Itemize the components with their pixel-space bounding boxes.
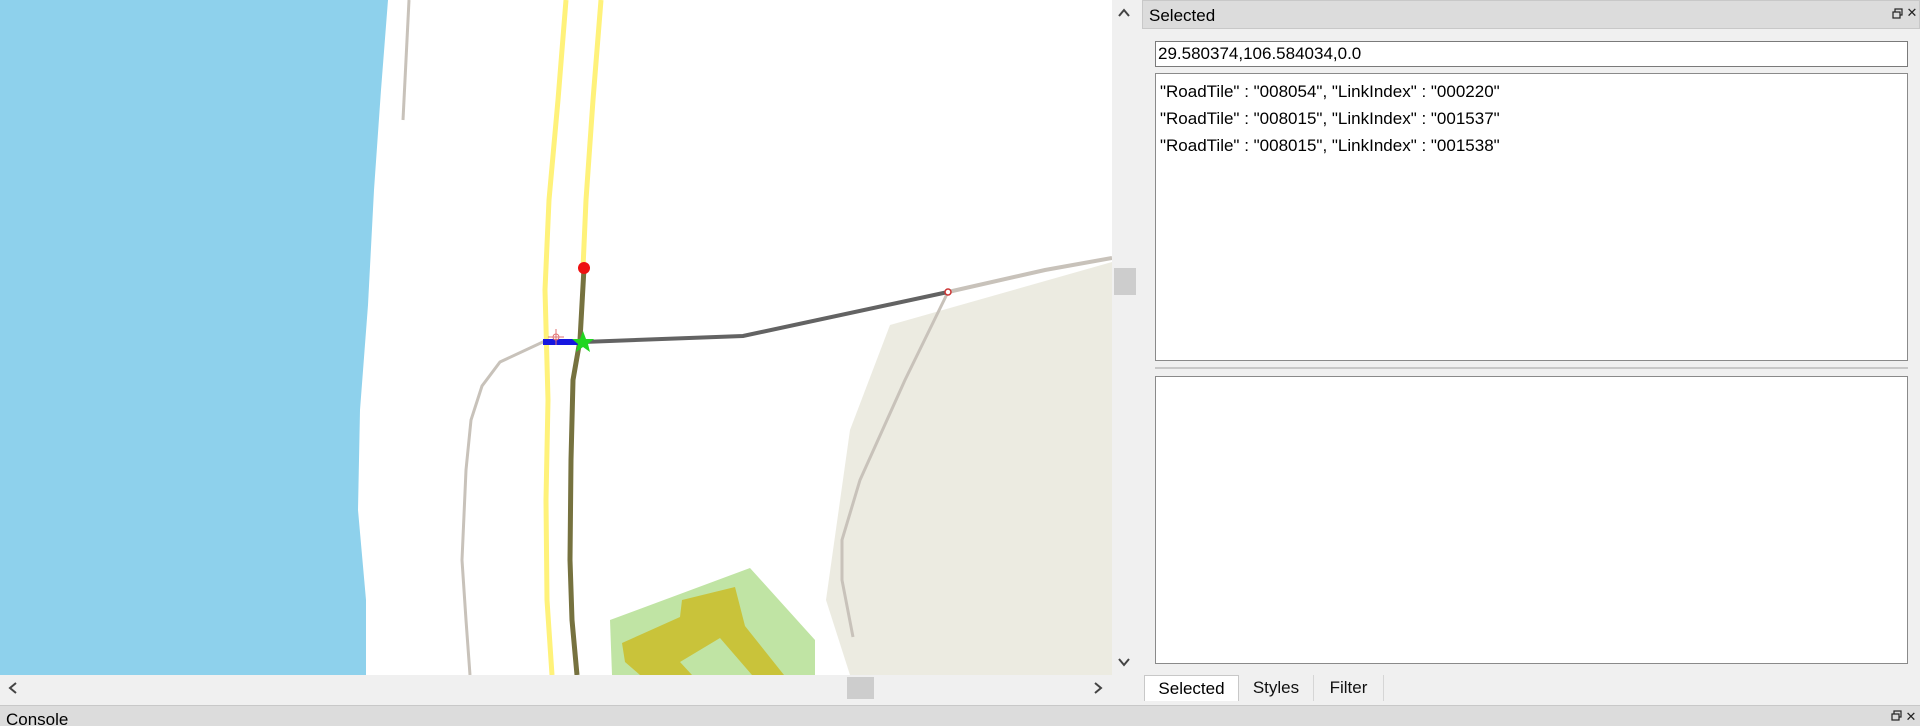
selected-links-list[interactable]: "RoadTile" : "008054", "LinkIndex" : "00… [1155,73,1908,361]
list-item[interactable]: "RoadTile" : "008015", "LinkIndex" : "00… [1160,132,1903,159]
chevron-up-icon[interactable] [1116,5,1132,24]
close-icon[interactable]: ✕ [1903,5,1920,23]
panel-title: Selected [1149,6,1216,25]
coordinate-input[interactable] [1155,41,1908,67]
console-close-icon[interactable]: ✕ [1902,710,1920,725]
console-title: Console [6,710,69,726]
road-node-icon [578,262,590,274]
minor-road [401,0,411,121]
map-horizontal-scrollbar[interactable] [0,675,1112,701]
minor-road [460,339,546,675]
panel-tab-bar: Selected Styles Filter [1144,675,1914,701]
vertical-scroll-thumb[interactable] [1114,268,1136,295]
chevron-left-icon[interactable] [5,680,21,699]
panel-title-bar[interactable]: Selected ✕ [1142,0,1920,29]
horizontal-scroll-thumb[interactable] [847,677,874,699]
tab-filter[interactable]: Filter [1314,675,1384,701]
selected-dock-panel: Selected ✕ "RoadTile" : "008054", "LinkI… [1142,0,1920,705]
list-item[interactable]: "RoadTile" : "008054", "LinkIndex" : "00… [1160,78,1903,105]
arterial-road [567,267,587,675]
highway-road [580,0,604,269]
road-end-node-icon [944,288,952,296]
tab-styles[interactable]: Styles [1239,675,1314,701]
water-area [0,0,388,675]
console-dock-title-bar[interactable]: Console ✕ [0,705,1920,726]
map-svg[interactable] [0,0,1112,675]
snap-marker-icon [572,331,594,352]
list-item[interactable]: "RoadTile" : "008015", "LinkIndex" : "00… [1160,105,1903,132]
landuse-area [826,262,1112,675]
map-vertical-scrollbar[interactable] [1112,0,1136,675]
chevron-down-icon[interactable] [1116,654,1132,673]
detail-view[interactable] [1155,376,1908,664]
map-canvas[interactable] [0,0,1112,675]
scrollbar-corner [1112,675,1136,701]
tab-selected[interactable]: Selected [1144,675,1239,701]
panel-splitter[interactable] [1155,367,1908,369]
chevron-right-icon[interactable] [1090,680,1106,699]
